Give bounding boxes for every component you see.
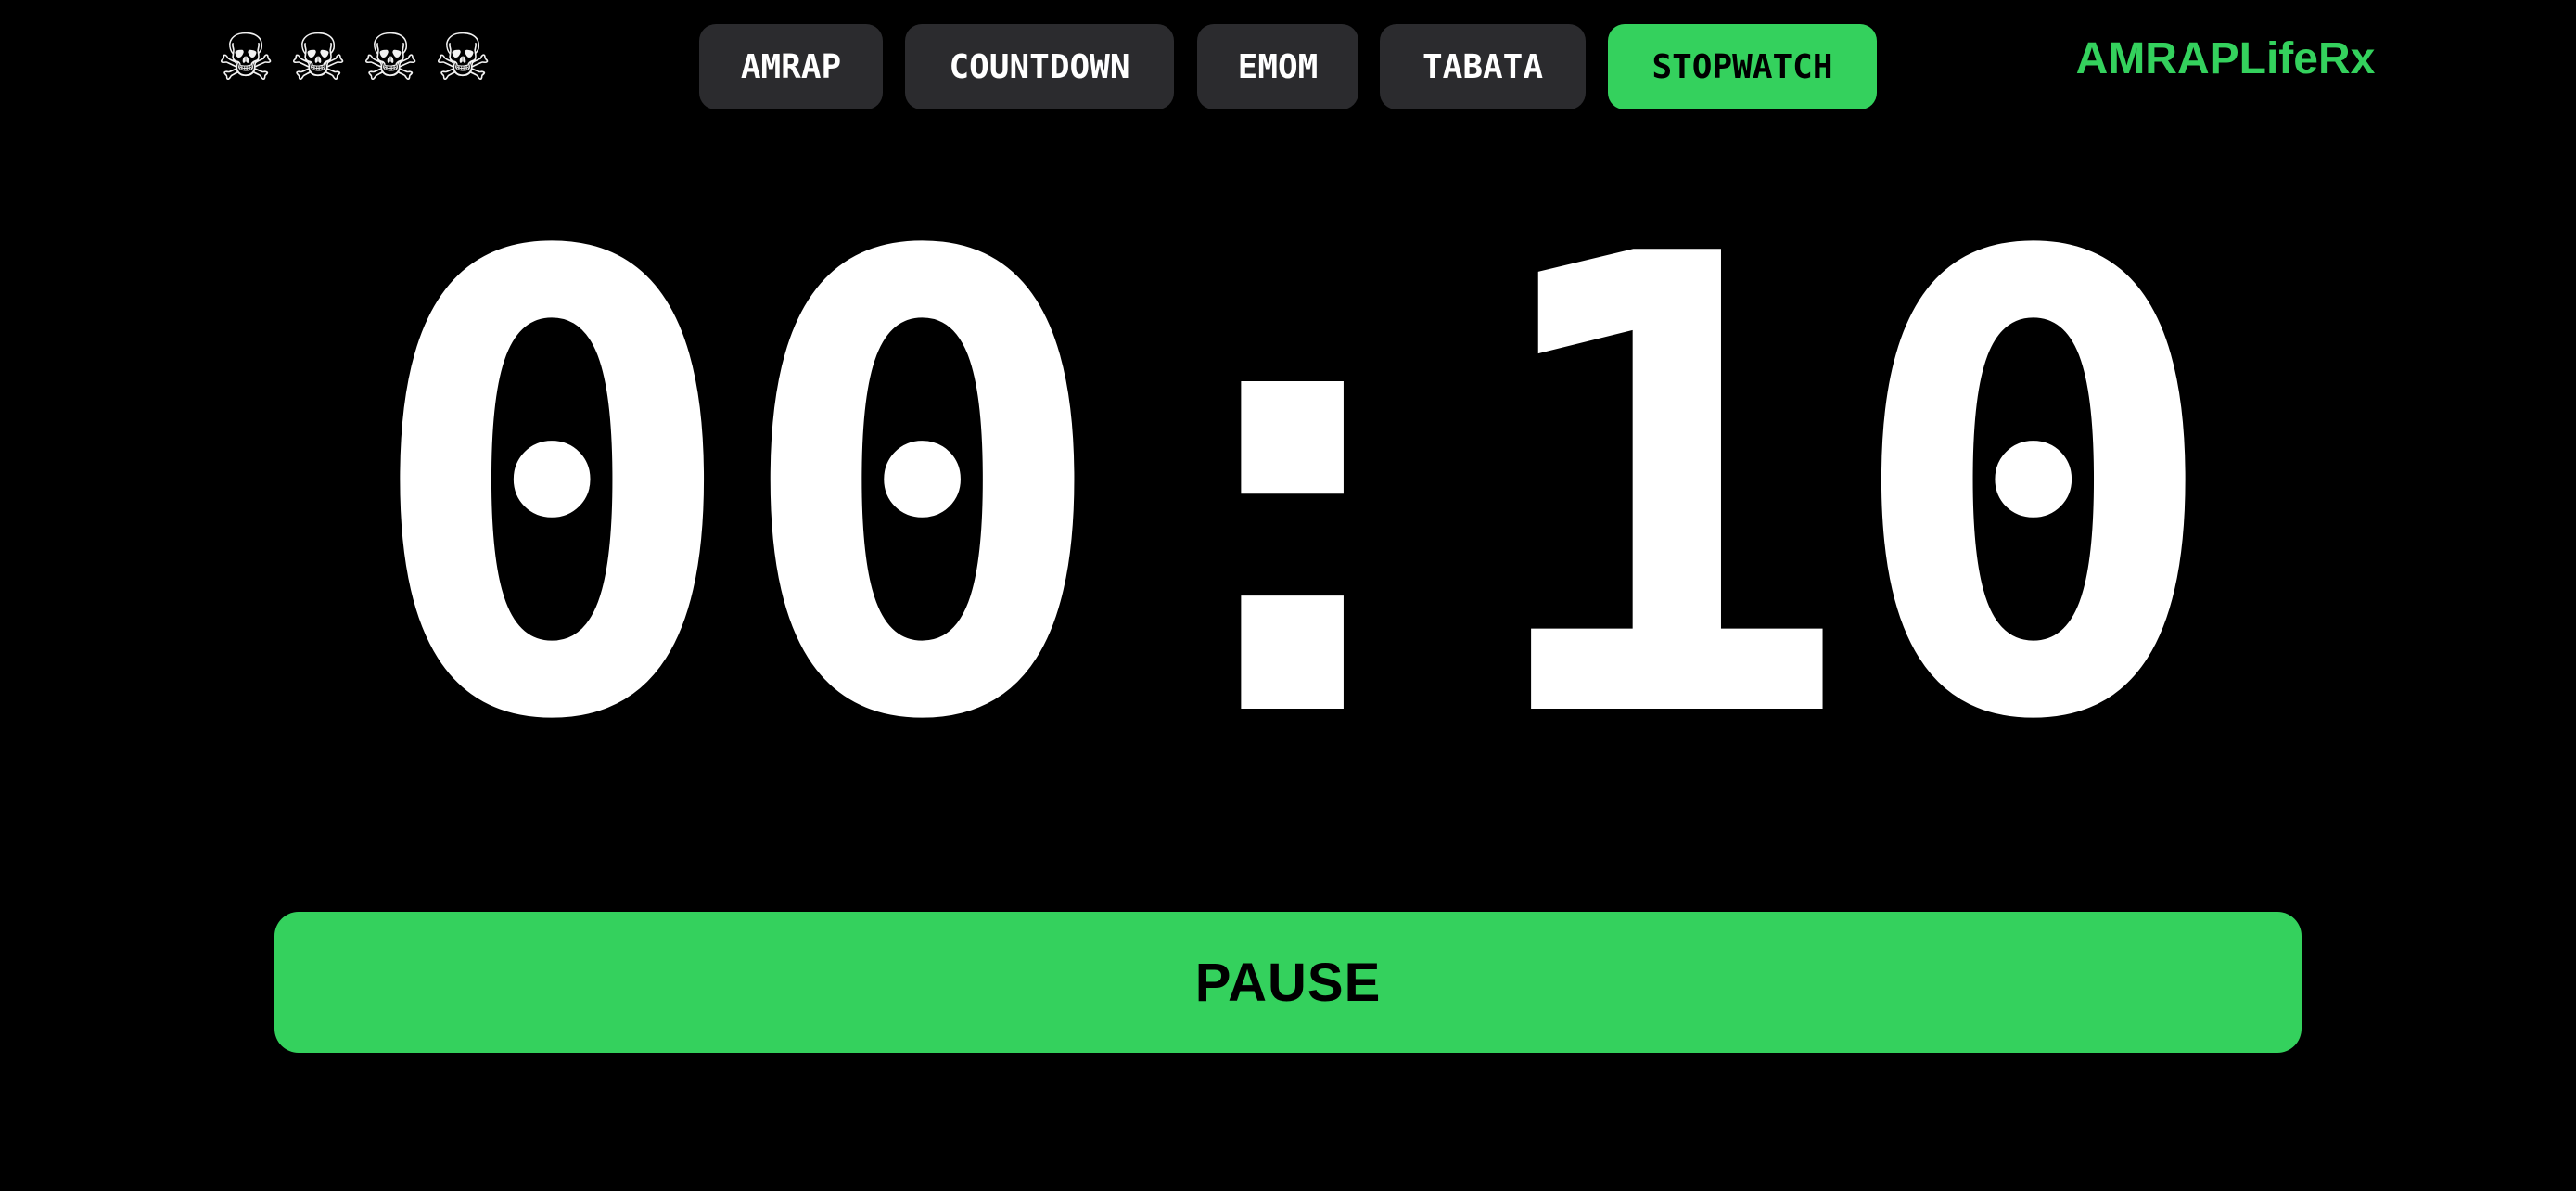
tab-emom[interactable]: EMOM <box>1197 24 1358 109</box>
brand-logo: AMRAPLifeRx <box>2075 33 2376 83</box>
tab-amrap[interactable]: AMRAP <box>699 24 883 109</box>
skull-icon: ☠ <box>433 19 492 96</box>
tab-stopwatch[interactable]: STOPWATCH <box>1608 24 1877 109</box>
timer-display: 00:10 <box>362 124 2224 858</box>
skull-icon: ☠ <box>216 19 275 96</box>
lives-indicator: ☠ ☠ ☠ ☠ <box>211 20 497 95</box>
skull-icon: ☠ <box>361 19 420 96</box>
tab-countdown[interactable]: COUNTDOWN <box>905 24 1174 109</box>
skull-icon: ☠ <box>288 19 348 96</box>
pause-button[interactable]: PAUSE <box>274 912 2302 1053</box>
tab-tabata[interactable]: TABATA <box>1380 24 1586 109</box>
